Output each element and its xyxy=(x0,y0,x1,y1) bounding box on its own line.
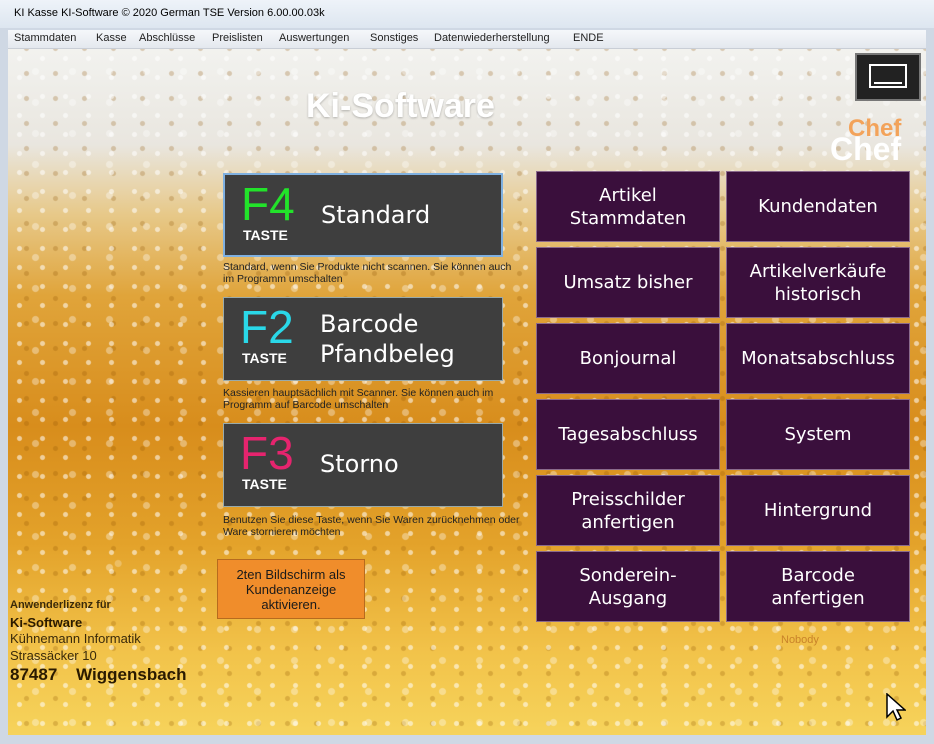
fkey-code: F4 xyxy=(241,178,295,230)
menu-abschl-sse[interactable]: Abschlüsse xyxy=(139,32,195,44)
fkey-label: Pfandbeleg xyxy=(320,340,455,368)
monitor-icon xyxy=(869,64,907,88)
license-company: Ki-Software xyxy=(10,615,83,630)
grid-button-sonderein-ausgang[interactable]: Sonderein- Ausgang xyxy=(536,551,720,622)
current-user: Nobody xyxy=(781,634,819,646)
menu-stammdaten[interactable]: Stammdaten xyxy=(14,32,76,44)
grid-button-monatsabschluss[interactable]: Monatsabschluss xyxy=(726,323,910,394)
fkey-label: Standard xyxy=(321,201,431,229)
fkey-f2-button[interactable]: F2 TASTE Barcode Pfandbeleg xyxy=(223,297,503,381)
minimize-screen-button[interactable] xyxy=(855,53,921,101)
grid-button-bonjournal[interactable]: Bonjournal xyxy=(536,323,720,394)
grid-button-system[interactable]: System xyxy=(726,399,910,470)
fkey-label: Storno xyxy=(320,450,399,478)
license-heading: Anwenderlizenz für xyxy=(10,599,111,611)
main-content: Ki-Software Chef Chef F4 TASTE Standard Sta… xyxy=(8,49,926,735)
fkey-f4-button[interactable]: F4 TASTE Standard xyxy=(223,173,503,257)
menu-bar: Stammdaten Kasse Abschlüsse Preislisten Ausw… xyxy=(8,30,926,49)
license-name: Kühnemann Informatik xyxy=(10,631,141,646)
fkey-taste-label: TASTE xyxy=(243,227,288,243)
mouse-cursor-icon xyxy=(886,693,906,722)
fkey-description: Standard, wenn Sie Produkte nicht scanne… xyxy=(223,261,512,285)
grid-button-kundendaten[interactable]: Kundendaten xyxy=(726,171,910,242)
fkey-code: F2 xyxy=(240,301,294,353)
menu-datenwiederherstellung[interactable]: Datenwiederherstellung xyxy=(434,32,550,44)
brand-logo: Ki-Software xyxy=(306,87,495,125)
menu-preislisten[interactable]: Preislisten xyxy=(212,32,263,44)
fkey-taste-label: TASTE xyxy=(242,476,287,492)
menu-kasse[interactable]: Kasse xyxy=(96,32,127,44)
window-border-right xyxy=(926,49,934,744)
chef-logo-front: Chef xyxy=(830,131,902,167)
fkey-code: F3 xyxy=(240,427,294,479)
grid-button-preisschilder-anfertigen[interactable]: Preisschilder anfertigen xyxy=(536,475,720,546)
grid-button-umsatz-bisher[interactable]: Umsatz bisher xyxy=(536,247,720,318)
fkey-f3-button[interactable]: F3 TASTE Storno xyxy=(223,423,503,507)
window-title: KI Kasse KI-Software © 2020 German TSE V… xyxy=(14,7,325,19)
grid-button-artikelverkäufe-historisch[interactable]: Artikelverkäufe historisch xyxy=(726,247,910,318)
grid-button-tagesabschluss[interactable]: Tagesabschluss xyxy=(536,399,720,470)
grid-button-hintergrund[interactable]: Hintergrund xyxy=(726,475,910,546)
fkey-label: Barcode xyxy=(320,310,419,338)
window-border-bottom xyxy=(0,735,934,744)
grid-button-artikel-stammdaten[interactable]: Artikel Stammdaten xyxy=(536,171,720,242)
second-screen-button[interactable]: 2ten Bildschirm als Kundenanzeige aktivi… xyxy=(217,559,365,619)
license-city: 87487 Wiggensbach xyxy=(10,665,187,684)
grid-button-barcode-anfertigen[interactable]: Barcode anfertigen xyxy=(726,551,910,622)
menu-sonstiges[interactable]: Sonstiges xyxy=(370,32,418,44)
title-bar: KI Kasse KI-Software © 2020 German TSE V… xyxy=(0,0,934,28)
app-window: KI Kasse KI-Software © 2020 German TSE V… xyxy=(0,0,934,744)
fkey-taste-label: TASTE xyxy=(242,350,287,366)
menu-auswertungen[interactable]: Auswertungen xyxy=(279,32,349,44)
fkey-description: Benutzen Sie diese Taste, wenn Sie Waren… xyxy=(223,514,520,538)
fkey-description: Kassieren hauptsächlich mit Scanner. Sie… xyxy=(223,387,494,411)
menu-ende[interactable]: ENDE xyxy=(573,32,604,44)
license-street: Strassäcker 10 xyxy=(10,648,97,663)
